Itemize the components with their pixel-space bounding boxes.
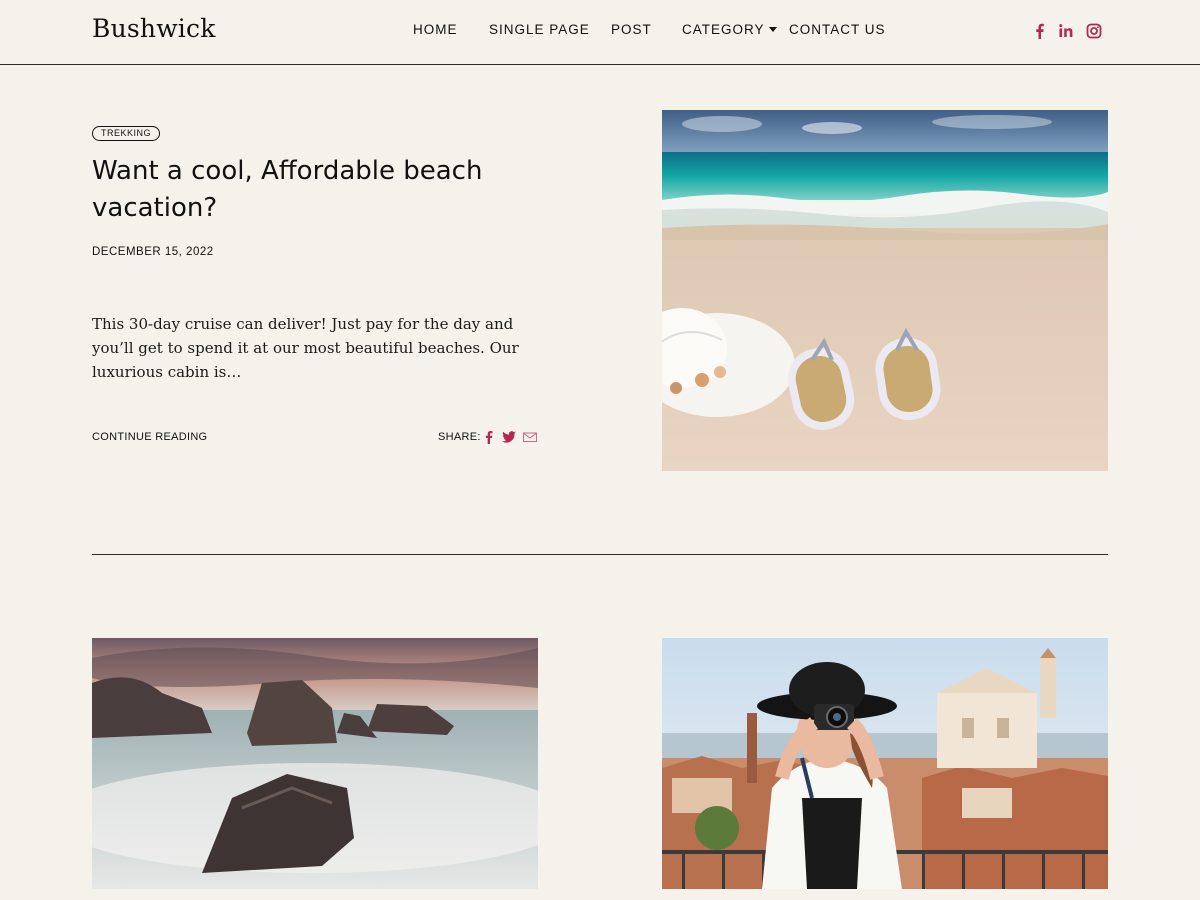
post-excerpt: This 30-day cruise can deliver! Just pay…	[92, 315, 519, 381]
rocky-coast-photo[interactable]	[92, 638, 538, 889]
nav-item-single-page[interactable]: SINGLE PAGE	[489, 22, 590, 37]
post-date: DECEMBER 15, 2022	[92, 246, 214, 258]
category-tag[interactable]: TREKKING	[92, 126, 161, 141]
twitter-icon[interactable]	[501, 429, 517, 445]
section-divider	[92, 554, 1108, 555]
chevron-down-icon	[768, 26, 777, 32]
nav-item-home[interactable]: HOME	[413, 22, 458, 37]
woman-with-camera-photo[interactable]	[662, 638, 1108, 889]
continue-reading-link[interactable]: CONTINUE READING	[92, 431, 207, 443]
beach-sandals-hat-photo[interactable]	[662, 110, 1108, 471]
nav-item-category[interactable]: CATEGORY	[682, 22, 777, 37]
nav-item-category-label: CATEGORY	[682, 22, 765, 37]
instagram-icon[interactable]	[1085, 22, 1103, 40]
facebook-icon[interactable]	[1031, 22, 1049, 40]
site-header: Bushwick HOME SINGLE PAGE POST CATEGORY …	[0, 0, 1200, 65]
email-icon[interactable]	[522, 429, 538, 445]
facebook-icon[interactable]	[481, 429, 497, 445]
site-logo[interactable]: Bushwick	[92, 14, 216, 43]
linkedin-icon[interactable]	[1057, 22, 1075, 40]
nav-item-post[interactable]: POST	[611, 22, 652, 37]
post-title[interactable]: Want a cool, Affordable beach vacation?	[92, 153, 512, 227]
share-label: SHARE:	[438, 431, 481, 443]
nav-item-contact-us[interactable]: CONTACT US	[789, 22, 886, 37]
